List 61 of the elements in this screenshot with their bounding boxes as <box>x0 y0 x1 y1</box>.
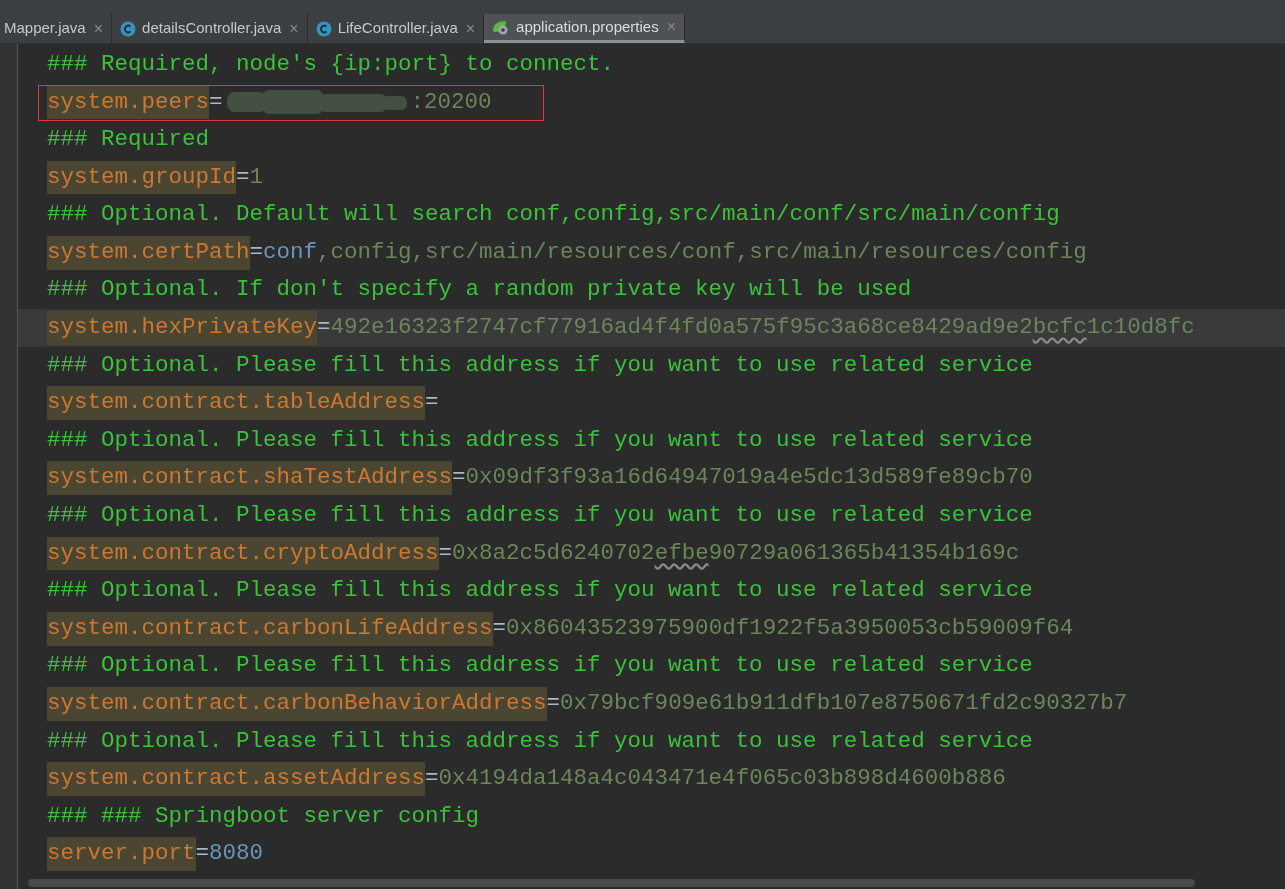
property-value: 8080 <box>209 839 264 869</box>
property-key: system.contract.tableAddress <box>47 386 426 420</box>
editor-tab[interactable]: Mapper.java × <box>0 14 113 43</box>
property-value: 0x4194da148a4c043471e4f065c03b898d4600b886 <box>438 764 1006 794</box>
equals-sign: = <box>546 689 561 718</box>
equals-sign: = <box>236 162 250 192</box>
comment-line: ### Optional. If don't specify a random private key will be used <box>47 275 912 305</box>
property-key: system.contract.carbonBehaviorAddress <box>47 687 547 721</box>
close-icon[interactable]: × <box>289 16 299 41</box>
property-value: conf <box>263 237 318 267</box>
comment-line: ### Required <box>47 125 210 155</box>
property-key: system.peers <box>47 85 210 120</box>
horizontal-scrollbar[interactable] <box>28 879 1195 887</box>
class-icon <box>120 20 137 37</box>
equals-sign: = <box>209 87 223 117</box>
tab-label: application.properties <box>516 16 659 37</box>
property-key: server.port <box>47 837 196 872</box>
equals-sign: = <box>452 463 466 493</box>
comment-line: ### Optional. Please fill this address if you want to use related service <box>47 651 1033 681</box>
property-key: system.contract.carbonLifeAddress <box>47 611 493 646</box>
equals-sign: = <box>438 538 453 568</box>
property-key: system.certPath <box>47 235 250 270</box>
property-value: ,config,src/main/resources/conf,src/main/resources/config <box>317 237 1087 267</box>
property-value: 0x8a2c5d6240702 <box>452 538 655 568</box>
tab-label: Mapper.java <box>4 18 86 39</box>
equals-sign: = <box>425 388 439 418</box>
class-icon <box>315 20 332 37</box>
property-value: 0x86043523975900df1922f5a3950053cb59009f64 <box>506 613 1074 643</box>
editor-tab[interactable]: detailsController.java × <box>112 14 308 43</box>
property-value: 1c10d8fc <box>1086 313 1195 343</box>
property-value: 90729a061365b41354b169c <box>708 538 1020 568</box>
equals-sign: = <box>425 764 439 794</box>
property-value: 0x09df3f93a16d64947019a4e5dc13d589fe89cb70 <box>465 463 1033 493</box>
property-key: system.contract.assetAddress <box>47 762 426 796</box>
equals-sign: = <box>195 839 210 869</box>
misspelled-value: efbe <box>654 538 709 568</box>
equals-sign: = <box>317 313 331 343</box>
comment-line: ### Optional. Default will search conf,config,src/main/conf/src/main/config <box>47 200 1060 230</box>
property-value: 0x79bcf909e61b911dfb107e8750671fd2c90327b7 <box>560 689 1128 718</box>
editor-tab[interactable]: application.properties × <box>484 14 685 43</box>
close-icon[interactable]: × <box>465 16 476 41</box>
tab-label: LifeController.java <box>337 18 458 39</box>
comment-line: ### Optional. Please fill this address if you want to use related service <box>47 726 1033 756</box>
comment-line: ### Optional. Please fill this address if you want to use related service <box>47 501 1033 531</box>
property-key: system.contract.cryptoAddress <box>47 536 439 571</box>
comment-line: ### Optional. Please fill this address if you want to use related service <box>47 350 1033 380</box>
property-value: :20200 <box>410 87 492 117</box>
equals-sign: = <box>492 613 507 643</box>
misspelled-value: bcfc <box>1032 313 1087 343</box>
comment-line: ### Optional. Please fill this address if you want to use related service <box>47 576 1033 606</box>
comment-line: ### ### Springboot server config <box>47 801 480 831</box>
close-icon[interactable]: × <box>93 16 104 41</box>
equals-sign: = <box>249 237 264 267</box>
property-key: system.hexPrivateKey <box>47 311 318 345</box>
comment-line: ### Required, node's {ip:port} to connect. <box>47 49 615 79</box>
property-value: 492e16323f2747cf77916ad4f4fd0a575f95c3a68ce8429ad9e2 <box>330 313 1033 343</box>
property-value: 1 <box>249 162 264 192</box>
property-key: system.groupId <box>47 160 237 195</box>
tab-label: detailsController.java <box>142 18 282 39</box>
property-key: system.contract.shaTestAddress <box>47 461 453 496</box>
comment-line: ### Optional. Please fill this address if you want to use related service <box>47 425 1033 455</box>
